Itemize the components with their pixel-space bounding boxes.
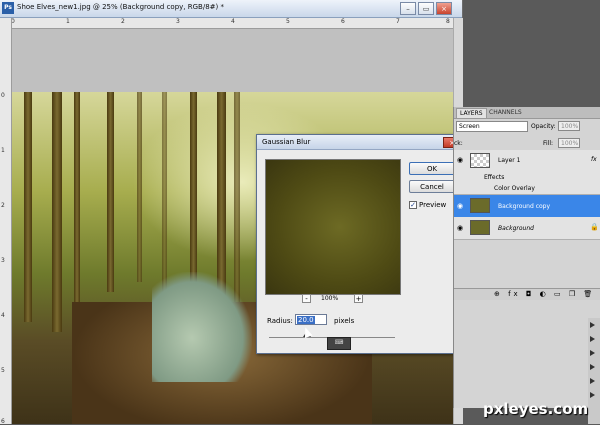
watermark: pxleyes.com [483,400,589,418]
gaussian-blur-dialog: Gaussian Blur × - 100% + OK Cancel ✓ Pre… [256,134,464,354]
visibility-eye-icon[interactable]: ◉ [457,224,463,232]
ruler-tick: 1 [66,18,70,25]
tree-trunk [162,92,167,292]
tab-channels[interactable]: CHANNELS [486,108,525,117]
document-title-bar[interactable]: Ps Shoe Elves_new1.jpg @ 25% (Background… [0,0,462,18]
layer-row-background[interactable]: ◉ Background 🔒 [454,217,600,240]
preview-label: Preview [419,201,447,209]
layer-row-layer-1[interactable]: ◉ Layer 1 fx [454,150,600,172]
ruler-tick: 2 [1,202,5,209]
expand-panel-icon[interactable] [590,322,595,328]
expand-panel-icon[interactable] [590,350,595,356]
document-title: Shoe Elves_new1.jpg @ 25% (Background co… [17,3,224,11]
canvas-pasteboard [12,29,453,92]
ruler-tick: 3 [176,18,180,25]
ruler-tick: 0 [1,92,5,99]
visibility-eye-icon[interactable]: ◉ [457,156,463,164]
ruler-tick: 5 [286,18,290,25]
lock-icon: 🔒 [590,223,599,231]
tree-trunk [74,92,80,312]
ruler-tick: 1 [1,147,5,154]
close-icon[interactable]: × [436,2,452,15]
effects-label: Effects [484,174,505,181]
fx-icon[interactable]: fx [591,156,597,163]
radius-unit-label: pixels [334,317,355,325]
tree-trunk [190,92,197,302]
preview-checkbox[interactable]: ✓ [409,201,417,209]
tree-trunk [52,92,62,332]
layer-thumbnail [470,153,490,168]
expand-panel-icon[interactable] [590,378,595,384]
dialog-title: Gaussian Blur [262,138,311,146]
lock-label: ck: [454,140,463,147]
fill-label: Fill: [543,140,554,147]
ruler-tick: 8 [446,18,450,25]
dialog-title-bar[interactable]: Gaussian Blur × [257,135,463,150]
tree-trunk [24,92,32,322]
layer-name: Background [498,225,534,232]
layer-thumbnail [470,198,490,213]
minimize-icon[interactable]: – [400,2,416,15]
ruler-tick: 3 [1,257,5,264]
collapsed-panel-strip [588,318,600,424]
photoshop-app-icon: Ps [2,2,14,14]
blend-mode-select[interactable]: Screen [456,121,528,132]
zoom-in-button[interactable]: + [354,294,363,303]
blur-preview-area[interactable] [265,159,401,295]
ruler-tick: 7 [396,18,400,25]
fill-input[interactable]: 100% [558,138,580,148]
restore-icon[interactable]: ▭ [418,2,434,15]
expand-panel-icon[interactable] [590,364,595,370]
ruler-tick: 6 [341,18,345,25]
tree-trunk [234,92,240,302]
color-overlay-label: Color Overlay [494,185,535,192]
tab-layers[interactable]: LAYERS [456,108,487,118]
layer-name: Background copy [498,203,551,210]
ruler-tick: 2 [121,18,125,25]
vertical-ruler: 0 1 2 3 4 5 6 [0,18,12,425]
ok-button[interactable]: OK [409,162,455,175]
layer-thumbnail [470,220,490,235]
radius-value: 20.0 [297,316,315,324]
layers-panel: LAYERS CHANNELS Screen Opacity: 100% ck:… [453,107,600,408]
horizontal-ruler: 0 1 2 3 4 5 6 7 8 [11,18,453,29]
ruler-tick: 4 [1,312,5,319]
visibility-eye-icon[interactable]: ◉ [457,202,463,210]
tree-trunk [107,92,114,292]
layer-name: Layer 1 [498,157,521,164]
layer-effects-row[interactable]: Effects [454,171,600,183]
zoom-out-button[interactable]: - [302,294,311,303]
shoe-figure [152,272,252,382]
tree-trunk [137,92,142,282]
panel-tabs: LAYERS CHANNELS [454,107,600,119]
layers-footer-toolbar[interactable]: ⊕ fx ◘ ◐ ▭ ❒ 🗑 [454,288,600,300]
opacity-label: Opacity: [531,123,556,130]
keyboard-icon: ⌨ [327,337,351,350]
zoom-level: 100% [321,295,339,302]
radius-input[interactable]: 20.0 [295,314,327,325]
radius-label: Radius: [267,317,293,325]
ruler-tick: 5 [1,367,5,374]
ruler-tick: 4 [231,18,235,25]
expand-panel-icon[interactable] [590,336,595,342]
layer-row-background-copy[interactable]: ◉ Background copy [454,195,600,218]
cancel-button[interactable]: Cancel [409,180,455,193]
opacity-input[interactable]: 100% [558,121,580,131]
expand-panel-icon[interactable] [590,392,595,398]
color-overlay-row[interactable]: Color Overlay [454,183,600,195]
